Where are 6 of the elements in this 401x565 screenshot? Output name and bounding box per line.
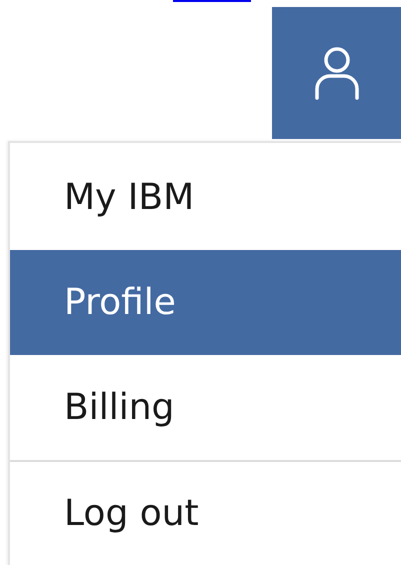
menu-item[interactable]: Log out	[10, 460, 401, 565]
user-icon	[314, 46, 360, 100]
menu-item[interactable]: Profile	[10, 250, 401, 355]
user-button[interactable]	[272, 7, 401, 139]
menu-item[interactable]: My IBM	[10, 145, 401, 250]
menu-item[interactable]: Billing	[10, 355, 401, 460]
